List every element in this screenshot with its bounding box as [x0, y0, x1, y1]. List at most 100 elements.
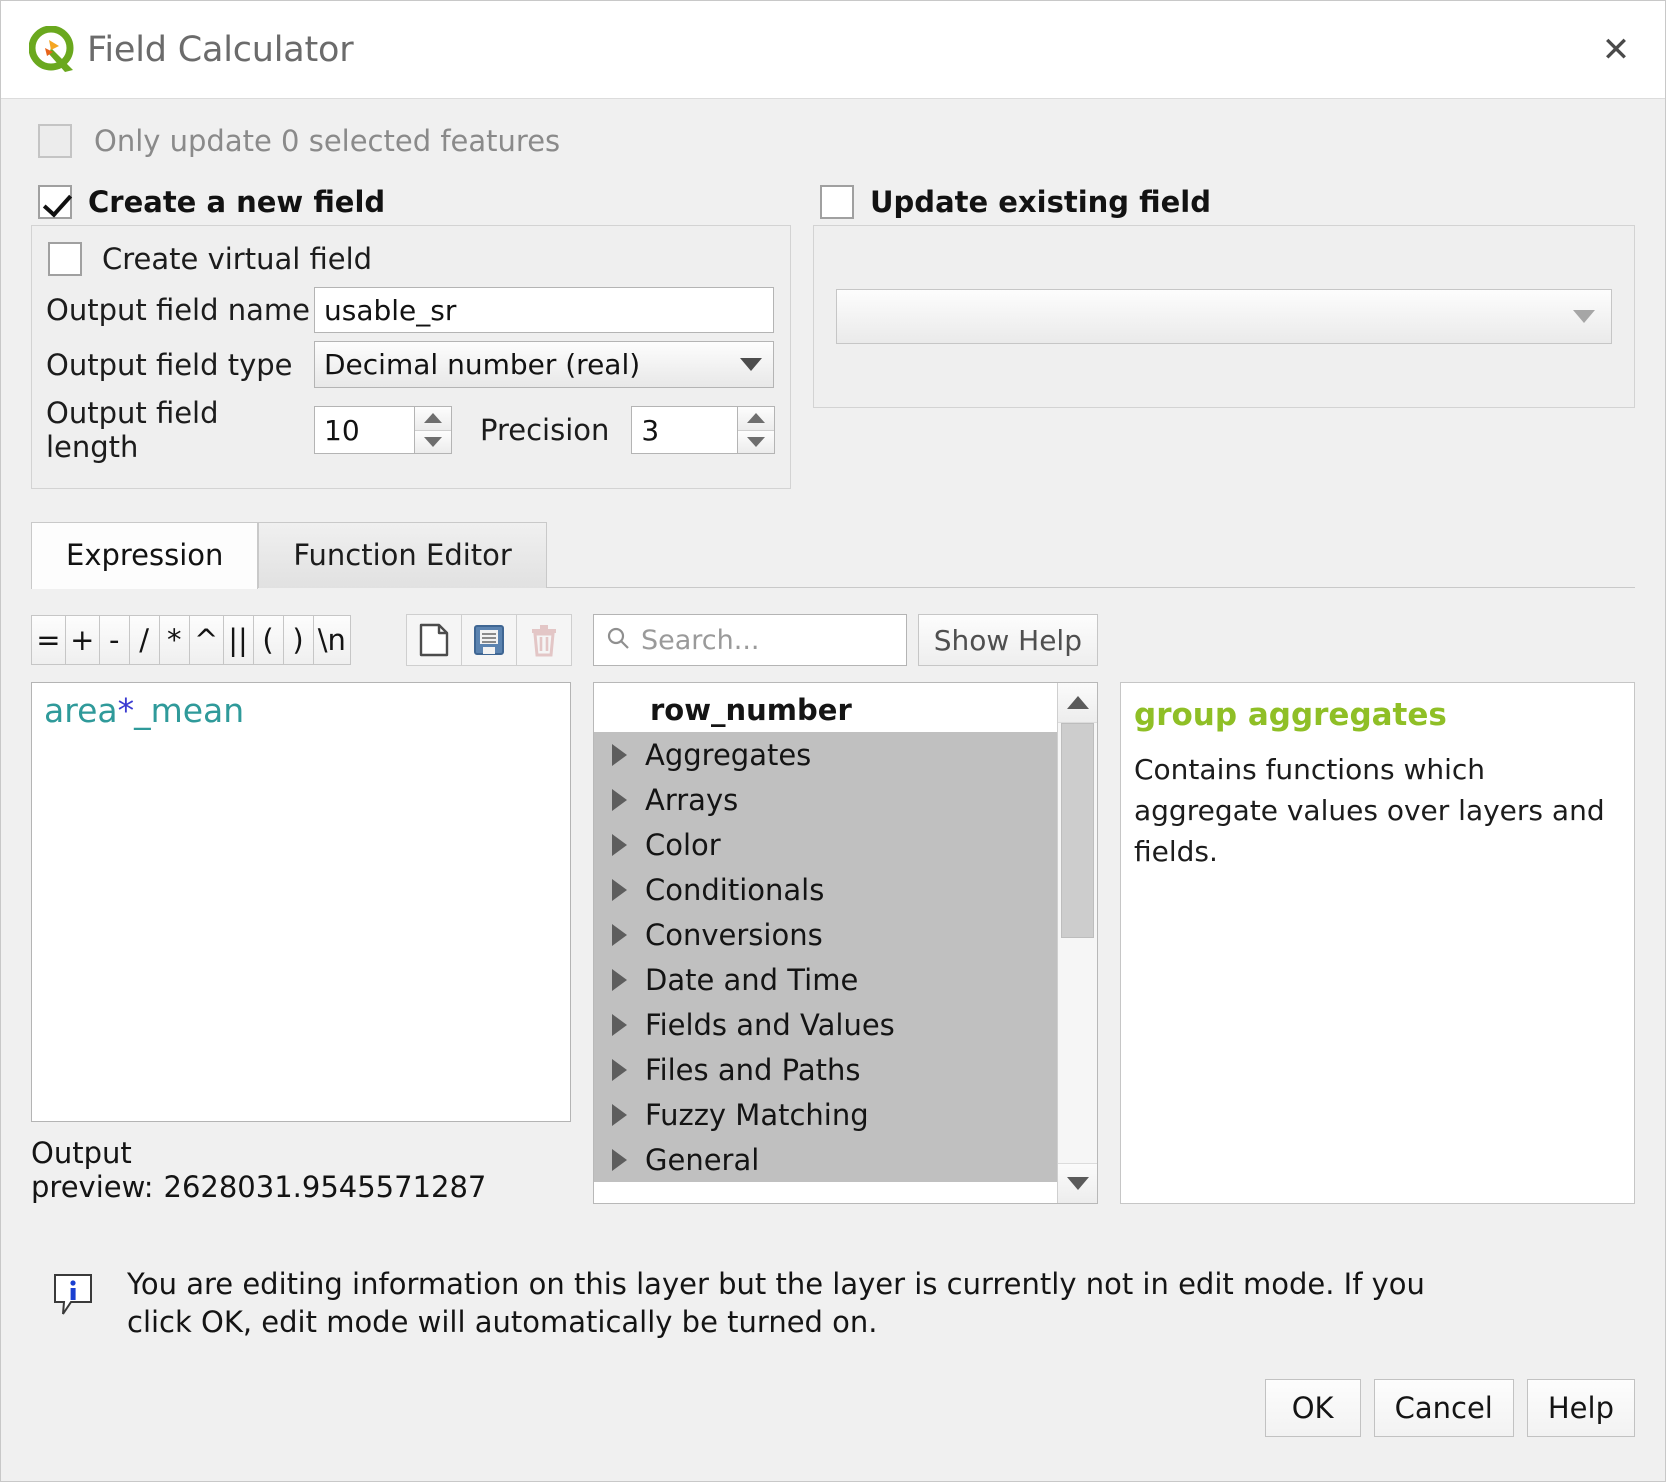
scroll-down-icon[interactable]	[1058, 1163, 1097, 1203]
output-field-name-row: Output field name usable_sr	[46, 287, 774, 333]
length-decrement-icon[interactable]	[415, 430, 451, 454]
precision-spin-buttons[interactable]	[737, 406, 775, 454]
chevron-down-icon	[1573, 310, 1595, 323]
tree-item-label: Fuzzy Matching	[645, 1098, 869, 1132]
output-field-type-label: Output field type	[46, 348, 314, 382]
precision-input[interactable]: 3	[631, 406, 737, 454]
tree-item-label: Conditionals	[645, 873, 824, 907]
help-button[interactable]: Help	[1527, 1379, 1635, 1437]
chevron-right-icon[interactable]	[612, 969, 627, 991]
output-preview: Output preview: 2628031.9545571287	[31, 1136, 571, 1204]
chevron-right-icon[interactable]	[612, 1149, 627, 1171]
operator-power-button[interactable]: ^	[189, 615, 224, 665]
operator-divide-button[interactable]: /	[129, 615, 160, 665]
update-existing-field-header[interactable]: Update existing field	[820, 185, 1635, 219]
chevron-right-icon[interactable]	[612, 879, 627, 901]
function-browser-column: Search... Show Help row_number Aggregate…	[593, 614, 1098, 1204]
output-preview-value: 2628031.9545571287	[164, 1170, 487, 1204]
help-body: Contains functions which aggregate value…	[1134, 750, 1612, 873]
chevron-right-icon[interactable]	[612, 789, 627, 811]
create-virtual-field-label: Create virtual field	[102, 242, 372, 276]
info-message: You are editing information on this laye…	[127, 1266, 1477, 1341]
search-input[interactable]: Search...	[593, 614, 907, 666]
create-virtual-field-checkbox[interactable]	[48, 242, 82, 276]
function-tree-scrollbar[interactable]	[1057, 683, 1097, 1203]
expression-input[interactable]: area*_mean	[31, 682, 571, 1122]
tree-item-fuzzy-matching[interactable]: Fuzzy Matching	[594, 1092, 1057, 1137]
update-existing-field-group: Update existing field	[813, 185, 1635, 489]
chevron-right-icon[interactable]	[612, 1059, 627, 1081]
tree-item-aggregates[interactable]: Aggregates	[594, 732, 1057, 777]
tree-item-arrays[interactable]: Arrays	[594, 777, 1057, 822]
tab-expression[interactable]: Expression	[31, 522, 258, 589]
tab-function-editor[interactable]: Function Editor	[258, 522, 546, 588]
output-field-length-label: Output field length	[46, 396, 314, 464]
tree-item-color[interactable]: Color	[594, 822, 1057, 867]
output-field-type-select[interactable]: Decimal number (real)	[314, 341, 774, 388]
tree-item-conditionals[interactable]: Conditionals	[594, 867, 1057, 912]
chevron-right-icon[interactable]	[612, 1014, 627, 1036]
operator-newline-button[interactable]: \n	[313, 615, 351, 665]
create-new-field-header[interactable]: Create a new field	[38, 185, 791, 219]
chevron-right-icon[interactable]	[612, 744, 627, 766]
operator-close-paren-button[interactable]: )	[283, 615, 314, 665]
delete-expression-icon[interactable]	[516, 614, 572, 666]
tree-item-conversions[interactable]: Conversions	[594, 912, 1057, 957]
close-icon[interactable]: ✕	[1593, 27, 1639, 73]
output-field-length-spin-buttons[interactable]	[414, 406, 452, 454]
chevron-right-icon[interactable]	[612, 1104, 627, 1126]
new-expression-icon[interactable]	[406, 614, 462, 666]
output-preview-label: Output preview:	[31, 1136, 154, 1204]
tree-item-fields-and-values[interactable]: Fields and Values	[594, 1002, 1057, 1047]
only-update-checkbox[interactable]	[38, 124, 72, 158]
show-help-button[interactable]: Show Help	[918, 614, 1098, 666]
tree-item-files-and-paths[interactable]: Files and Paths	[594, 1047, 1057, 1092]
operator-plus-button[interactable]: +	[65, 615, 100, 665]
scroll-up-icon[interactable]	[1058, 683, 1097, 723]
help-panel: group aggregates Contains functions whic…	[1120, 682, 1635, 1204]
tree-item-label: General	[645, 1143, 759, 1177]
only-update-row[interactable]: Only update 0 selected features	[38, 124, 1635, 158]
operator-concat-button[interactable]: ||	[223, 615, 254, 665]
operator-multiply-button[interactable]: *	[159, 615, 190, 665]
tree-item-row-number[interactable]: row_number	[594, 687, 1057, 732]
output-field-length-stepper[interactable]: 10	[314, 406, 452, 454]
field-calculator-dialog: Field Calculator ✕ Only update 0 selecte…	[0, 0, 1666, 1482]
chevron-right-icon[interactable]	[612, 834, 627, 856]
precision-decrement-icon[interactable]	[738, 430, 774, 454]
cancel-button[interactable]: Cancel	[1374, 1379, 1514, 1437]
tab-filler	[547, 587, 1635, 588]
output-field-length-input[interactable]: 10	[314, 406, 414, 454]
output-field-name-input[interactable]: usable_sr	[314, 287, 774, 333]
ok-button[interactable]: OK	[1265, 1379, 1361, 1437]
existing-field-select[interactable]	[836, 289, 1612, 344]
precision-stepper[interactable]: 3	[631, 406, 775, 454]
chevron-right-icon[interactable]	[612, 924, 627, 946]
save-expression-icon[interactable]	[461, 614, 517, 666]
tree-item-general[interactable]: General	[594, 1137, 1057, 1182]
create-new-field-label: Create a new field	[88, 185, 385, 219]
operator-open-paren-button[interactable]: (	[253, 615, 284, 665]
create-virtual-field-row[interactable]: Create virtual field	[48, 242, 774, 276]
precision-label: Precision	[480, 413, 609, 447]
operator-minus-button[interactable]: -	[99, 615, 130, 665]
update-existing-field-box	[813, 225, 1635, 408]
only-update-label: Only update 0 selected features	[94, 124, 560, 158]
create-new-field-box: Create virtual field Output field name u…	[31, 225, 791, 489]
create-new-field-checkbox[interactable]	[38, 185, 72, 219]
expression-editor-column: = + - / * ^ || ( ) \n	[31, 614, 571, 1204]
precision-increment-icon[interactable]	[738, 407, 774, 430]
scroll-track[interactable]	[1058, 723, 1097, 1163]
tree-item-date-and-time[interactable]: Date and Time	[594, 957, 1057, 1002]
update-existing-field-checkbox[interactable]	[820, 185, 854, 219]
scroll-thumb[interactable]	[1061, 723, 1094, 938]
create-new-field-group: Create a new field Create virtual field …	[31, 185, 791, 489]
tree-item-label: Fields and Values	[645, 1008, 895, 1042]
output-field-type-row: Output field type Decimal number (real)	[46, 341, 774, 388]
length-increment-icon[interactable]	[415, 407, 451, 430]
operator-equals-button[interactable]: =	[31, 615, 66, 665]
function-tree[interactable]: row_number Aggregates Arrays Color	[593, 682, 1098, 1204]
info-message-bar: You are editing information on this laye…	[51, 1266, 1635, 1341]
tree-item-label: Aggregates	[645, 738, 811, 772]
output-field-type-value: Decimal number (real)	[324, 348, 640, 381]
